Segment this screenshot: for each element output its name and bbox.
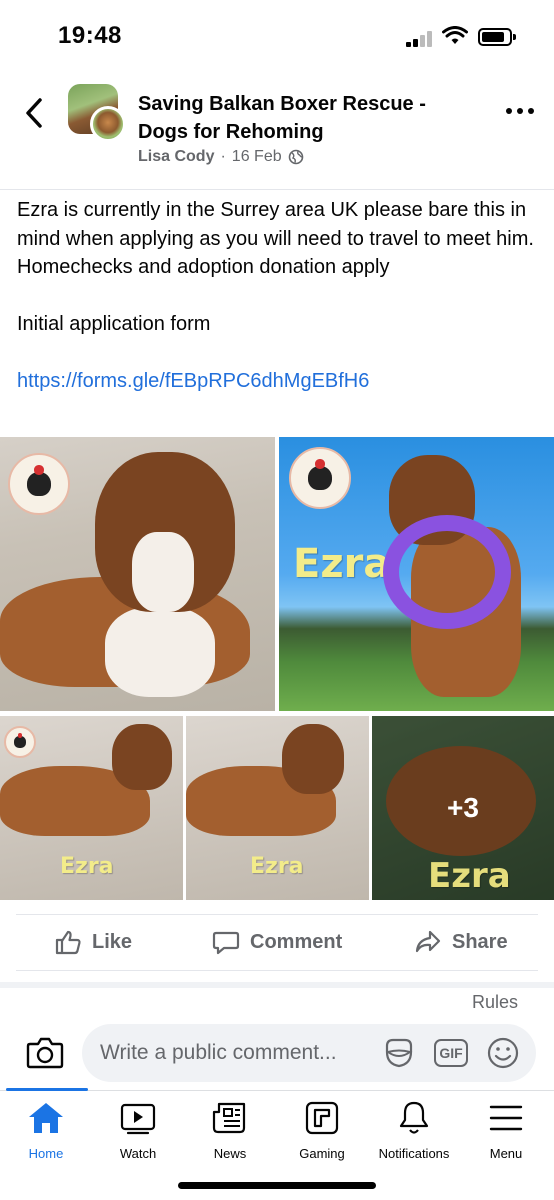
- photo-4[interactable]: Ezra: [186, 716, 369, 900]
- divider: [16, 914, 538, 915]
- status-time: 19:48: [58, 22, 122, 49]
- photo-caption: Ezra: [428, 856, 511, 896]
- camera-icon[interactable]: [26, 1036, 64, 1070]
- post-meta: Lisa Cody · 16 Feb: [138, 148, 304, 166]
- comment-button[interactable]: Comment: [212, 928, 342, 956]
- watch-icon: [120, 1103, 156, 1135]
- tab-menu[interactable]: Menu: [460, 1100, 552, 1161]
- wifi-icon: [442, 26, 468, 44]
- more-photos-count: +3: [447, 792, 479, 823]
- menu-icon: [489, 1105, 523, 1131]
- post-paragraph: Homechecks and adoption donation apply: [17, 256, 390, 278]
- tab-label: Watch: [119, 1146, 157, 1161]
- back-arrow-icon[interactable]: [20, 96, 50, 130]
- tab-home[interactable]: Home: [0, 1100, 92, 1161]
- post-body: Ezra is currently in the Surrey area UK …: [17, 196, 537, 396]
- home-icon: [29, 1103, 63, 1133]
- photo-1[interactable]: [0, 437, 275, 711]
- emoji-icon[interactable]: [486, 1036, 520, 1070]
- tab-label: Notifications: [378, 1146, 450, 1161]
- tab-label: Menu: [489, 1146, 523, 1161]
- group-title[interactable]: Saving Balkan Boxer Rescue - Dogs for Re…: [138, 90, 478, 146]
- thumbs-up-icon: [55, 930, 81, 955]
- application-form-link[interactable]: https://forms.gle/fEBpRPC6dhMgEBfH6: [17, 370, 369, 392]
- photo-caption: Ezra: [250, 854, 304, 879]
- comment-icon: [212, 931, 240, 955]
- photo-2[interactable]: Ezra: [279, 437, 554, 711]
- tab-watch[interactable]: Watch: [92, 1100, 184, 1161]
- active-tab-indicator: [6, 1088, 88, 1091]
- purple-toy-ring: [383, 515, 511, 629]
- rescue-logo: [4, 726, 36, 758]
- more-options-icon[interactable]: [506, 108, 534, 118]
- post-actions: Like Comment Share: [0, 916, 554, 970]
- post-date[interactable]: 16 Feb: [232, 148, 282, 166]
- post-paragraph: Ezra is currently in the Surrey area UK …: [17, 199, 534, 250]
- globe-icon: [288, 149, 303, 165]
- section-separator: [0, 982, 554, 988]
- share-label: Share: [452, 930, 508, 953]
- like-button[interactable]: Like: [54, 928, 132, 956]
- tab-label: Home: [28, 1146, 64, 1161]
- photo-caption: Ezra: [60, 854, 114, 879]
- rescue-logo: [289, 447, 351, 509]
- tab-label: Gaming: [299, 1146, 345, 1161]
- comment-input[interactable]: Write a public comment... GIF: [82, 1024, 536, 1082]
- rules-link[interactable]: Rules: [472, 992, 518, 1013]
- share-button[interactable]: Share: [414, 928, 508, 956]
- tab-gaming[interactable]: Gaming: [276, 1100, 368, 1161]
- sticker-icon[interactable]: [382, 1036, 416, 1070]
- home-indicator: [178, 1182, 376, 1189]
- bell-icon: [399, 1101, 429, 1134]
- news-icon: [212, 1102, 246, 1134]
- author-name[interactable]: Lisa Cody: [138, 148, 214, 166]
- tab-notifications[interactable]: Notifications: [368, 1100, 460, 1161]
- post-paragraph: Initial application form: [17, 313, 211, 335]
- author-avatar: [90, 106, 126, 142]
- gif-icon[interactable]: GIF: [434, 1036, 468, 1070]
- rescue-logo: [8, 453, 70, 515]
- comment-label: Comment: [250, 930, 343, 953]
- post-header: Saving Balkan Boxer Rescue - Dogs for Re…: [0, 72, 554, 190]
- photo-5-more[interactable]: +3 Ezra: [372, 716, 554, 900]
- gaming-icon: [305, 1101, 339, 1135]
- meta-separator: ·: [220, 148, 226, 165]
- group-avatar[interactable]: [68, 84, 126, 144]
- photo-caption: Ezra: [293, 541, 391, 587]
- like-label: Like: [92, 930, 133, 953]
- photo-grid: Ezra Ezra Ezra +3 Ezra: [0, 437, 554, 900]
- battery-icon: [478, 28, 516, 46]
- comment-placeholder: Write a public comment...: [100, 1041, 337, 1064]
- tab-news[interactable]: News: [184, 1100, 276, 1161]
- divider: [16, 970, 538, 971]
- status-bar: 19:48: [0, 0, 554, 72]
- header-divider: [0, 189, 554, 190]
- signal-icon: [406, 31, 434, 47]
- photo-3[interactable]: Ezra: [0, 716, 183, 900]
- tab-label: News: [213, 1146, 247, 1161]
- gif-label: GIF: [434, 1039, 468, 1067]
- share-icon: [415, 930, 441, 953]
